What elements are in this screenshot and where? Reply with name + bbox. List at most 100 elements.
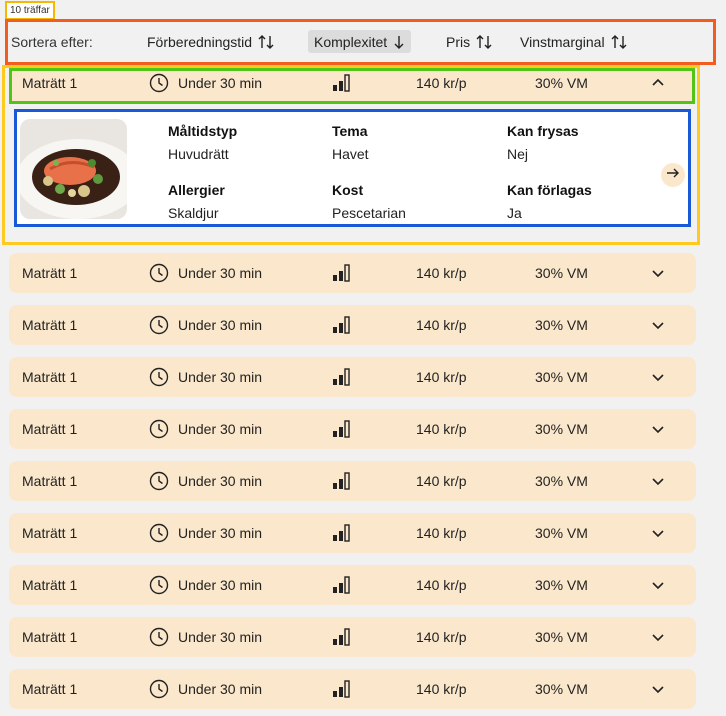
dish-name: Maträtt 1	[22, 681, 78, 697]
sort-up-down-icon	[476, 34, 492, 49]
sort-option-label: Vinstmarginal	[520, 33, 605, 50]
complexity-bars-icon	[332, 513, 352, 553]
dish-margin: 30% VM	[535, 75, 588, 91]
complexity-bars-icon	[332, 357, 352, 397]
dish-name: Maträtt 1	[22, 265, 78, 281]
dish-row[interactable]: Maträtt 1 Under 30 min 140 kr/p 30% VM	[9, 253, 696, 293]
sort-label: Sortera efter:	[11, 34, 93, 50]
dish-margin: 30% VM	[535, 577, 588, 593]
dish-name: Maträtt 1	[22, 577, 78, 593]
chevron-down-icon[interactable]	[651, 565, 665, 605]
sort-complexity[interactable]: Komplexitet	[308, 30, 412, 53]
sort-option-label: Komplexitet	[314, 33, 388, 50]
detail-value: Pescetarian	[332, 205, 406, 221]
dish-name: Maträtt 1	[22, 421, 78, 437]
detail-value: Ja	[507, 205, 522, 221]
chevron-up-icon[interactable]	[651, 68, 665, 98]
detail-freezable: Kan frysas Nej	[507, 123, 579, 162]
detail-value: Nej	[507, 146, 529, 162]
clock-icon	[149, 409, 169, 449]
dish-price: 140 kr/p	[416, 577, 467, 593]
dish-name: Maträtt 1	[22, 473, 78, 489]
dish-margin: 30% VM	[535, 525, 588, 541]
dish-row[interactable]: Maträtt 1 Under 30 min 140 kr/p 30% VM	[9, 305, 696, 345]
prep-time: Under 30 min	[178, 75, 263, 91]
dish-margin: 30% VM	[535, 369, 588, 385]
sort-prep-time[interactable]: Förberedningstid	[141, 30, 280, 53]
dish-margin: 30% VM	[535, 681, 588, 697]
dish-margin: 30% VM	[535, 317, 588, 333]
dish-price: 140 kr/p	[416, 525, 467, 541]
dish-margin: 30% VM	[535, 265, 588, 281]
complexity-bars-icon	[332, 253, 352, 293]
chevron-down-icon[interactable]	[651, 253, 665, 293]
chevron-down-icon[interactable]	[651, 357, 665, 397]
dish-name: Maträtt 1	[22, 629, 78, 645]
detail-key: Allergier	[168, 182, 225, 198]
dish-margin: 30% VM	[535, 473, 588, 489]
dish-price: 140 kr/p	[416, 629, 467, 645]
dish-name: Maträtt 1	[22, 317, 78, 333]
dish-price: 140 kr/p	[416, 317, 467, 333]
clock-icon	[149, 513, 169, 553]
dish-price: 140 kr/p	[416, 473, 467, 489]
detail-value: Havet	[332, 146, 369, 162]
dish-price: 140 kr/p	[416, 265, 467, 281]
dish-row[interactable]: Maträtt 1 Under 30 min 140 kr/p 30% VM	[9, 617, 696, 657]
detail-key: Kan frysas	[507, 123, 579, 139]
dish-row[interactable]: Maträtt 1 Under 30 min 140 kr/p 30% VM	[9, 513, 696, 553]
dish-price: 140 kr/p	[416, 681, 467, 697]
dish-photo[interactable]	[20, 119, 127, 219]
clock-icon	[149, 253, 169, 293]
chevron-down-icon[interactable]	[651, 305, 665, 345]
clock-icon	[149, 565, 169, 605]
chevron-down-icon[interactable]	[651, 513, 665, 553]
dish-row[interactable]: Maträtt 1 Under 30 min 140 kr/p 30% VM	[9, 565, 696, 605]
clock-icon	[149, 461, 169, 501]
prep-time: Under 30 min	[178, 681, 263, 697]
detail-prepare-ahead: Kan förlagas Ja	[507, 182, 592, 221]
sort-option-label: Pris	[446, 33, 471, 50]
detail-key: Tema	[332, 123, 368, 139]
sort-option-label: Förberedningstid	[147, 33, 253, 50]
chevron-down-icon[interactable]	[651, 461, 665, 501]
clock-icon	[149, 68, 169, 98]
prep-time: Under 30 min	[178, 317, 263, 333]
clock-icon	[149, 357, 169, 397]
detail-theme: Tema Havet	[332, 123, 369, 162]
chevron-down-icon[interactable]	[651, 669, 665, 709]
dish-row[interactable]: Maträtt 1 Under 30 min 140 kr/p 30% VM	[9, 68, 695, 104]
arrow-down-icon	[393, 35, 405, 49]
dish-price: 140 kr/p	[416, 75, 467, 91]
prep-time: Under 30 min	[178, 265, 263, 281]
dish-margin: 30% VM	[535, 629, 588, 645]
dish-row[interactable]: Maträtt 1 Under 30 min 140 kr/p 30% VM	[9, 461, 696, 501]
arrow-right-icon	[666, 166, 680, 184]
prep-time: Under 30 min	[178, 369, 263, 385]
dish-row[interactable]: Maträtt 1 Under 30 min 140 kr/p 30% VM	[9, 357, 696, 397]
dish-price: 140 kr/p	[416, 421, 467, 437]
sort-price[interactable]: Pris	[440, 30, 498, 53]
detail-key: Måltidstyp	[168, 123, 238, 139]
complexity-bars-icon	[332, 669, 352, 709]
open-dish-button[interactable]	[661, 163, 685, 187]
dish-row[interactable]: Maträtt 1 Under 30 min 140 kr/p 30% VM	[9, 409, 696, 449]
clock-icon	[149, 669, 169, 709]
dish-details-panel: Måltidstyp Huvudrätt Tema Havet Kan frys…	[14, 109, 691, 227]
chevron-down-icon[interactable]	[651, 617, 665, 657]
detail-key: Kan förlagas	[507, 182, 592, 198]
detail-diet: Kost Pescetarian	[332, 182, 406, 221]
sort-bar: Sortera efter: Förberedningstid Komplexi…	[5, 19, 716, 65]
complexity-bars-icon	[332, 305, 352, 345]
chevron-down-icon[interactable]	[651, 409, 665, 449]
dish-row[interactable]: Maträtt 1 Under 30 min 140 kr/p 30% VM	[9, 669, 696, 709]
prep-time: Under 30 min	[178, 525, 263, 541]
complexity-bars-icon	[332, 68, 352, 98]
sort-profit-margin[interactable]: Vinstmarginal	[514, 30, 633, 53]
dish-name: Maträtt 1	[22, 75, 78, 91]
dish-margin: 30% VM	[535, 421, 588, 437]
dish-price: 140 kr/p	[416, 369, 467, 385]
dish-name: Maträtt 1	[22, 525, 78, 541]
dish-name: Maträtt 1	[22, 369, 78, 385]
prep-time: Under 30 min	[178, 629, 263, 645]
